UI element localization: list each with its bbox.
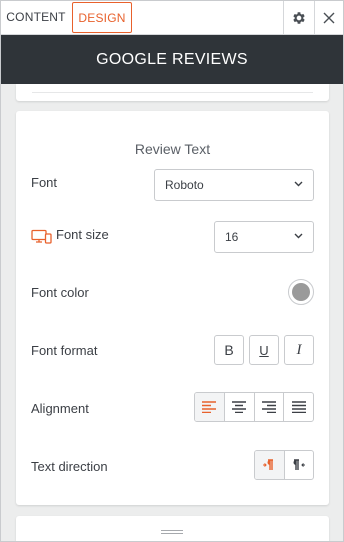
alignment-label: Alignment [31,401,89,416]
divider [32,92,313,93]
font-color-label: Font color [31,285,89,300]
align-justify-button[interactable] [284,393,313,421]
align-justify-icon [291,401,306,413]
underline-icon: U [259,342,269,358]
color-swatch [292,283,310,301]
panel-title-bar: GOOGLE REVIEWS [1,35,343,84]
align-left-icon [202,401,217,413]
tab-content[interactable]: CONTENT [5,2,67,33]
ltr-button[interactable] [255,451,285,479]
italic-button[interactable]: I [284,335,314,365]
font-size-value: 16 [225,230,239,244]
alignment-group [194,392,314,422]
close-button[interactable] [314,1,343,35]
font-format-label: Font format [31,343,98,358]
italic-icon: I [296,341,302,358]
bold-icon: B [224,342,234,358]
previous-section-card [16,84,329,101]
align-right-icon [261,401,276,413]
desktop-mobile-icon [31,229,52,244]
chevron-down-icon [294,181,303,187]
font-label: Font [31,175,58,190]
align-center-button[interactable] [225,393,255,421]
review-text-section: Review Text Font Roboto Font size 16 Fon… [16,111,329,505]
text-direction-label: Text direction [31,459,108,474]
align-center-icon [232,401,247,413]
resize-handle-icon[interactable] [161,529,183,535]
ltr-paragraph-icon [263,459,274,470]
font-color-picker[interactable] [288,279,314,305]
chevron-down-icon [294,233,303,239]
font-select[interactable]: Roboto [154,169,314,201]
rtl-button[interactable] [285,451,314,479]
tab-bar: CONTENT DESIGN [1,1,343,35]
gear-icon [293,12,305,24]
font-select-value: Roboto [165,178,204,192]
text-direction-group [254,450,314,480]
section-title: Review Text [134,141,211,157]
font-size-select[interactable]: 16 [214,221,314,253]
settings-panel: CONTENT DESIGN GOOGLE REVIEWS Review Tex… [0,0,344,542]
tab-design[interactable]: DESIGN [72,2,132,33]
align-left-button[interactable] [195,393,225,421]
font-size-label: Font size [56,227,109,242]
bold-button[interactable]: B [214,335,244,365]
close-icon [323,12,335,24]
panel-title: GOOGLE REVIEWS [96,50,248,68]
rtl-paragraph-icon [293,459,305,470]
settings-button[interactable] [284,1,314,35]
underline-button[interactable]: U [249,335,279,365]
align-right-button[interactable] [255,393,285,421]
